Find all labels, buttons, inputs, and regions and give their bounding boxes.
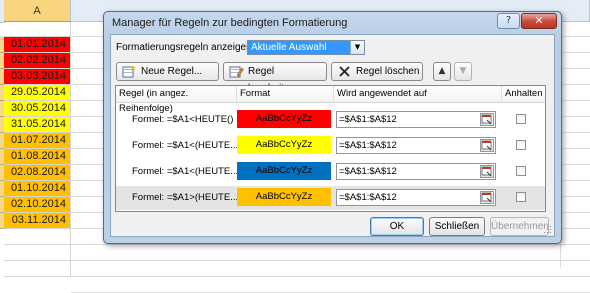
cell-a[interactable]: 01.07.2014 — [4, 133, 71, 149]
rule-formula: Formel: =$A1>(HEUTE... — [132, 192, 239, 203]
column-format[interactable]: Format — [237, 86, 334, 102]
cell-a[interactable]: 31.05.2014 — [4, 117, 71, 133]
cell-a[interactable]: 30.05.2014 — [4, 101, 71, 117]
cell-a[interactable]: 01.08.2014 — [4, 149, 71, 165]
rule-formula: Formel: =$A1<(HEUTE... — [132, 166, 239, 177]
conditional-formatting-dialog: Manager für Regeln zur bedingten Formati… — [103, 11, 562, 244]
cell-a[interactable]: 02.10.2014 — [4, 197, 71, 213]
cell-a-empty[interactable] — [4, 22, 71, 37]
delete-x-icon — [339, 66, 350, 77]
stop-if-true-checkbox[interactable] — [516, 140, 526, 150]
move-down-button[interactable]: ▼ — [454, 62, 472, 81]
stop-if-true-checkbox[interactable] — [516, 114, 526, 124]
rule-row[interactable]: Formel: =$A1<HEUTE() AaBbCcYyZz =$A$1:$A$1… — [116, 108, 545, 132]
format-preview: AaBbCcYyZz — [237, 162, 331, 180]
arrow-up-icon: ▲ — [438, 66, 446, 76]
edit-rule-button[interactable]: Regel bearbeiten... — [223, 62, 327, 94]
cell-a-empty[interactable] — [4, 245, 71, 261]
cell-a[interactable]: 29.05.2014 — [4, 85, 71, 101]
show-rules-label: Formatierungsregeln anzeigen für: — [116, 42, 269, 53]
rule-row[interactable]: Formel: =$A1<(HEUTE... AaBbCcYyZz =$A$1:$A… — [116, 134, 545, 158]
cell-a[interactable]: 01.10.2014 — [4, 181, 71, 197]
rule-row[interactable]: Formel: =$A1<(HEUTE... AaBbCcYyZz =$A$1:$A… — [116, 160, 545, 184]
cell-a[interactable]: 03.11.2014 — [4, 213, 71, 229]
rule-formula: Formel: =$A1<HEUTE() — [132, 114, 234, 125]
format-preview: AaBbCcYyZz — [237, 136, 331, 154]
sheet-gridline-h — [71, 244, 590, 245]
delete-rule-button[interactable]: Regel löschen — [331, 62, 423, 81]
sheet-gridline-h — [71, 276, 590, 277]
new-rule-label: Neue Regel... — [141, 66, 203, 77]
dialog-title: Manager für Regeln zur bedingten Formati… — [112, 17, 348, 29]
ok-button[interactable]: OK — [370, 217, 424, 236]
help-button[interactable]: ? — [497, 13, 520, 29]
rule-formula: Formel: =$A1<(HEUTE... — [132, 140, 239, 151]
resize-grip-icon[interactable] — [544, 226, 552, 234]
applies-to-value: =$A$1:$A$12 — [339, 140, 397, 151]
column-applies-to[interactable]: Wird angewendet auf — [334, 86, 502, 102]
cell-a[interactable]: 02.08.2014 — [4, 165, 71, 181]
arrow-down-icon: ▼ — [459, 66, 467, 76]
stop-if-true-checkbox[interactable] — [516, 192, 526, 202]
show-rules-selected-value: Aktuelle Auswahl — [248, 41, 350, 54]
applies-to-field[interactable]: =$A$1:$A$12 — [336, 163, 496, 180]
applies-to-field[interactable]: =$A$1:$A$12 — [336, 137, 496, 154]
range-picker-icon[interactable] — [480, 191, 494, 204]
close-window-button[interactable]: ✕ — [521, 13, 557, 29]
cell-a-empty[interactable] — [4, 261, 71, 277]
column-stop[interactable]: Anhalten — [502, 86, 545, 102]
range-picker-icon[interactable] — [480, 139, 494, 152]
applies-to-value: =$A$1:$A$12 — [339, 114, 397, 125]
rule-row[interactable]: Formel: =$A1>(HEUTE... AaBbCcYyZz =$A$1:$A… — [116, 186, 545, 210]
new-rule-button[interactable]: Neue Regel... — [116, 62, 219, 81]
new-rule-icon — [122, 65, 136, 78]
rules-grid-header: Regel (in angez. Reihenfolge) Format Wir… — [116, 86, 545, 114]
sheet-gridline-h — [71, 260, 590, 261]
dialog-titlebar[interactable]: Manager für Regeln zur bedingten Formati… — [104, 12, 561, 34]
applies-to-value: =$A$1:$A$12 — [339, 192, 397, 203]
chevron-down-icon[interactable]: ▼ — [350, 41, 364, 54]
range-picker-icon[interactable] — [480, 113, 494, 126]
applies-to-field[interactable]: =$A$1:$A$12 — [336, 111, 496, 128]
apply-button[interactable]: Übernehmen — [490, 217, 549, 236]
format-preview: AaBbCcYyZz — [237, 188, 331, 206]
dialog-client-area: Formatierungsregeln anzeigen für: Aktuel… — [110, 34, 555, 237]
cell-a-empty[interactable] — [4, 229, 71, 245]
cell-a[interactable]: 03.03.2014 — [4, 69, 71, 85]
delete-rule-label: Regel löschen — [356, 66, 420, 77]
show-rules-dropdown[interactable]: Aktuelle Auswahl ▼ — [247, 40, 365, 55]
applies-to-field[interactable]: =$A$1:$A$12 — [336, 189, 496, 206]
rules-grid: Regel (in angez. Reihenfolge) Format Wir… — [115, 85, 546, 212]
format-preview: AaBbCcYyZz — [237, 110, 331, 128]
cell-a[interactable]: 01.01.2014 — [4, 37, 71, 53]
move-up-button[interactable]: ▲ — [433, 62, 451, 81]
close-button[interactable]: Schließen — [429, 217, 485, 236]
stop-if-true-checkbox[interactable] — [516, 166, 526, 176]
range-picker-icon[interactable] — [480, 165, 494, 178]
applies-to-value: =$A$1:$A$12 — [339, 166, 397, 177]
edit-rule-icon — [229, 66, 244, 78]
column-header-a[interactable]: A — [4, 0, 71, 22]
column-rule[interactable]: Regel (in angez. Reihenfolge) — [116, 86, 237, 114]
cell-a[interactable]: 02.02.2014 — [4, 53, 71, 69]
